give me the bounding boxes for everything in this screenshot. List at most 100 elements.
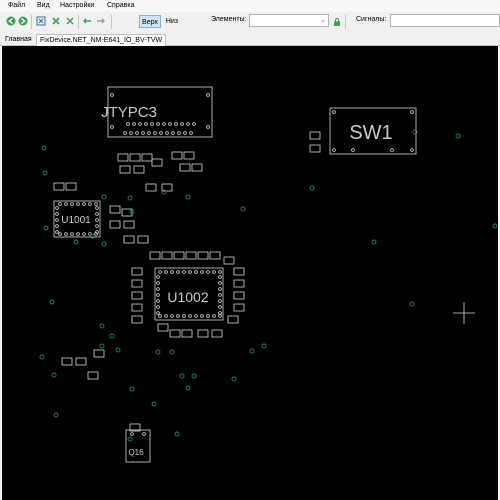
connector-pin	[183, 131, 187, 135]
menu-settings[interactable]: Настройки	[60, 2, 94, 9]
passive-component	[119, 165, 131, 174]
passive-component	[185, 251, 197, 260]
connector-pin	[156, 122, 160, 126]
component-label-jtypc3[interactable]: JTYPC3	[101, 104, 157, 121]
tab-home[interactable]: Главная	[2, 34, 35, 45]
connector-pin	[174, 122, 178, 126]
via	[249, 348, 255, 354]
connector-pin	[180, 122, 184, 126]
component-label-q16[interactable]: Q16	[128, 448, 144, 457]
passive-component	[109, 220, 121, 229]
ic-pin	[194, 314, 198, 318]
passive-component	[191, 163, 203, 172]
elements-label: Элементы:	[211, 16, 247, 23]
mount-hole	[110, 93, 114, 97]
switch-pad	[410, 148, 414, 152]
passive-component	[53, 182, 65, 191]
menu-help[interactable]: Справка	[107, 2, 134, 9]
zoom-fit-icon[interactable]	[36, 16, 46, 26]
passive-component	[169, 329, 181, 338]
ic-pin	[156, 311, 160, 315]
toolbar-separator	[31, 15, 32, 29]
ic-pin	[95, 224, 99, 228]
tab-board-file[interactable]: FixDevice.NET_NM-E641_IO_BV-TVW	[36, 34, 167, 46]
ic-pin	[218, 281, 222, 285]
passive-component	[211, 329, 223, 338]
ic-pin	[200, 314, 204, 318]
ic-pin	[218, 314, 222, 318]
connector-pin	[123, 131, 127, 135]
ic-pin	[95, 218, 99, 222]
board-canvas[interactable]: JTYPC3 SW1 U1001 U1002 Q16	[2, 46, 498, 500]
ic-pin	[95, 206, 99, 210]
passive-component	[233, 267, 245, 276]
board-view[interactable]: JTYPC3 SW1 U1001 U1002 Q16	[2, 46, 498, 500]
ic-pin	[55, 206, 59, 210]
ic-pin	[158, 314, 162, 318]
mirror-icon[interactable]	[65, 16, 75, 26]
connector-pin	[177, 131, 181, 135]
ic-pin	[164, 314, 168, 318]
arrow-right-icon[interactable]	[96, 16, 106, 26]
via	[185, 385, 191, 391]
passive-component	[131, 315, 143, 324]
ic-pin	[206, 270, 210, 274]
passive-component	[141, 153, 153, 162]
passive-component	[109, 205, 121, 214]
zoom-icon[interactable]	[51, 16, 61, 26]
side-top-button[interactable]: Верх	[139, 15, 161, 28]
connector-pin	[186, 122, 190, 126]
toolbar-separator	[78, 15, 79, 29]
passive-component	[123, 235, 135, 244]
passive-component	[61, 357, 73, 366]
via	[185, 194, 191, 200]
passive-component	[209, 251, 221, 260]
switch-pad	[351, 148, 355, 152]
arrow-left-icon[interactable]	[82, 16, 92, 26]
ic-pin	[158, 270, 162, 274]
passive-component	[65, 182, 77, 191]
via	[409, 301, 415, 307]
passive-component	[137, 235, 149, 244]
via	[309, 185, 315, 191]
side-bottom-button[interactable]: Низ	[163, 15, 181, 28]
passive-component	[161, 251, 173, 260]
via	[49, 299, 55, 305]
back-icon[interactable]	[6, 16, 16, 26]
ic-pin	[218, 270, 222, 274]
via	[155, 349, 161, 355]
passive-component	[151, 158, 163, 167]
ic-pin	[212, 270, 216, 274]
menu-file[interactable]: Файл	[8, 2, 25, 9]
signals-combo[interactable]	[390, 14, 500, 27]
via	[174, 431, 180, 437]
passive-component	[197, 329, 209, 338]
via	[231, 376, 237, 382]
menu-view[interactable]: Вид	[37, 2, 50, 9]
via	[99, 323, 105, 329]
via	[169, 349, 175, 355]
component-label-u1001[interactable]: U1001	[61, 215, 91, 226]
elements-combo[interactable]: ⌄	[249, 14, 329, 27]
ic-pin	[58, 202, 62, 206]
passive-component	[87, 371, 99, 380]
passive-component	[223, 256, 235, 265]
passive-component	[123, 220, 135, 229]
forward-icon[interactable]	[18, 16, 28, 26]
passive-component	[309, 144, 321, 153]
component-label-u1002[interactable]: U1002	[167, 289, 208, 305]
connector-pin	[144, 122, 148, 126]
ic-pin	[156, 287, 160, 291]
ic-pin	[218, 311, 222, 315]
via	[261, 343, 267, 349]
ic-pin	[58, 232, 62, 236]
connector-pin	[153, 131, 157, 135]
passive-component	[309, 131, 321, 140]
ic-pin	[206, 314, 210, 318]
component-label-sw1[interactable]: SW1	[349, 122, 392, 144]
ic-pin	[82, 202, 86, 206]
crosshair-cursor	[453, 302, 475, 324]
lock-icon[interactable]	[332, 17, 342, 27]
passive-component	[93, 349, 105, 358]
ic-pin	[182, 314, 186, 318]
